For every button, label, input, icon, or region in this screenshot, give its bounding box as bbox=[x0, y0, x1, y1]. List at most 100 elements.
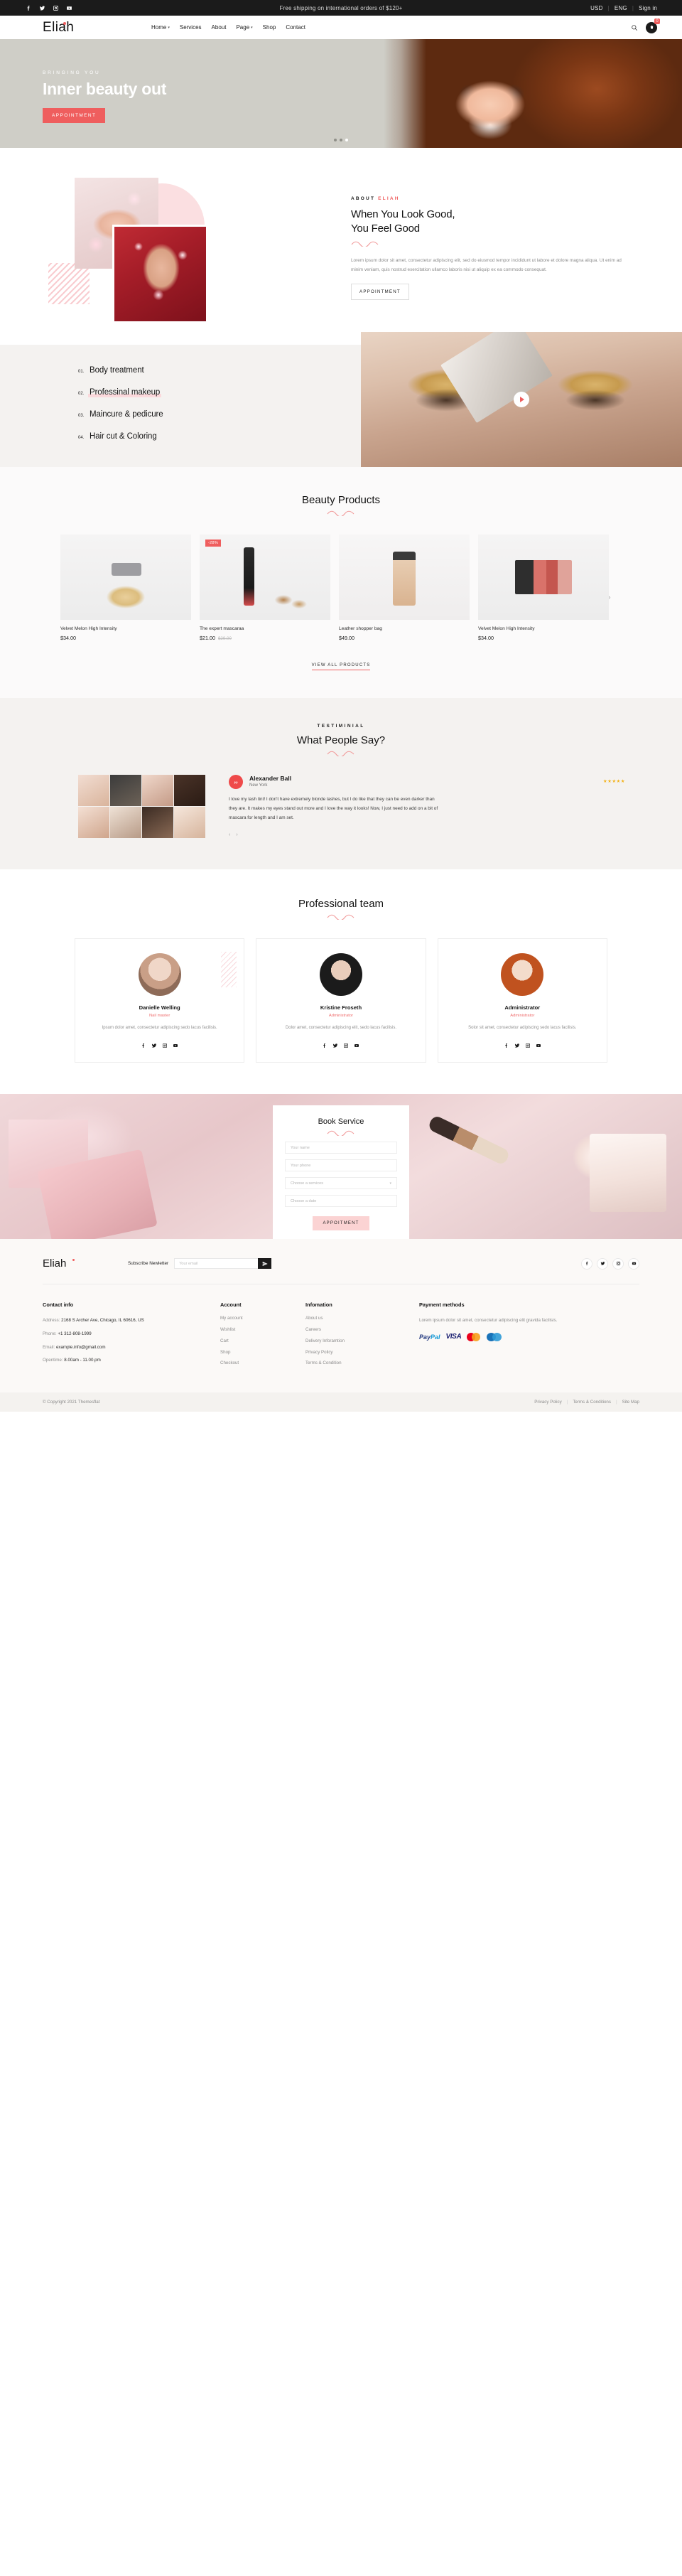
newsletter-email-input[interactable]: Your email bbox=[174, 1258, 259, 1270]
nav-item-services[interactable]: Services bbox=[180, 24, 202, 31]
avatar[interactable] bbox=[110, 807, 141, 838]
footer-link-wishlist[interactable]: Wishlist bbox=[220, 1327, 305, 1333]
team-member-card[interactable]: Danielle Welling Nail master Ipsum dolor… bbox=[75, 938, 245, 1063]
team-member-role: Nail master bbox=[149, 1014, 170, 1018]
squiggle-divider-icon bbox=[0, 751, 682, 756]
footer-link-delivery-information[interactable]: Delivery Inforamtion bbox=[305, 1338, 419, 1344]
youtube-icon[interactable] bbox=[628, 1257, 639, 1270]
twitter-icon[interactable] bbox=[332, 1039, 338, 1052]
newsletter-submit-button[interactable] bbox=[258, 1258, 272, 1270]
bottom-link-privacy-policy[interactable]: Privacy Policy bbox=[534, 1400, 562, 1405]
footer-logo[interactable]: Eliah bbox=[43, 1257, 128, 1270]
slider-dot-1[interactable] bbox=[334, 139, 337, 141]
services-video-thumbnail bbox=[361, 332, 682, 467]
nav-item-page[interactable]: Page ▾ bbox=[236, 24, 252, 31]
youtube-icon[interactable] bbox=[536, 1039, 541, 1052]
cart-button[interactable]: 0 bbox=[646, 18, 660, 33]
facebook-icon[interactable] bbox=[322, 1039, 328, 1052]
slider-dot-3[interactable] bbox=[345, 139, 348, 141]
view-all-products-link[interactable]: VIEW ALL PRODUCTS bbox=[311, 663, 371, 670]
bottom-link-terms-conditions[interactable]: Terms & Conditions bbox=[573, 1400, 611, 1405]
facebook-icon[interactable] bbox=[141, 1039, 146, 1052]
team-member-card[interactable]: Administrator Administrator Solor sit am… bbox=[437, 938, 607, 1063]
twitter-icon[interactable] bbox=[597, 1257, 608, 1270]
slider-dot-2[interactable] bbox=[340, 139, 342, 141]
product-card[interactable]: -28% The expert mascaraa $21.00 $29.00 bbox=[200, 535, 330, 641]
site-logo[interactable]: Eliah bbox=[25, 20, 131, 36]
twitter-icon[interactable] bbox=[151, 1039, 157, 1052]
instagram-icon[interactable] bbox=[52, 4, 59, 11]
avatar[interactable] bbox=[110, 775, 141, 806]
hero-appointment-button[interactable]: APPOINTMENT bbox=[43, 108, 106, 124]
hero-slider-dots[interactable] bbox=[334, 139, 348, 141]
footer-link-about-us[interactable]: About us bbox=[305, 1316, 419, 1321]
avatar bbox=[501, 953, 544, 996]
about-appointment-button[interactable]: APPOINTMENT bbox=[351, 283, 409, 300]
footer-link-cart[interactable]: Cart bbox=[220, 1338, 305, 1344]
facebook-icon[interactable] bbox=[25, 4, 32, 11]
book-service-title: Book Service bbox=[318, 1117, 364, 1127]
youtube-icon[interactable] bbox=[354, 1039, 359, 1052]
nav-item-about[interactable]: About bbox=[212, 24, 227, 31]
avatar[interactable] bbox=[142, 775, 173, 806]
bottom-link-site-map[interactable]: Site Map bbox=[622, 1400, 639, 1405]
testimonial-prev-arrow[interactable]: ‹ bbox=[229, 832, 230, 837]
avatar[interactable] bbox=[78, 807, 109, 838]
twitter-icon[interactable] bbox=[38, 4, 45, 11]
divider: | bbox=[615, 1400, 617, 1405]
avatar[interactable] bbox=[174, 775, 205, 806]
youtube-icon[interactable] bbox=[173, 1039, 178, 1052]
footer-link-privacy-policy[interactable]: Privacy Policy bbox=[305, 1350, 419, 1356]
avatar[interactable] bbox=[78, 775, 109, 806]
footer-link-careers[interactable]: Careers bbox=[305, 1327, 419, 1333]
phone-input[interactable]: Your phone bbox=[285, 1159, 397, 1172]
footer-link-my-account[interactable]: My account bbox=[220, 1316, 305, 1321]
instagram-icon[interactable] bbox=[343, 1039, 349, 1052]
footer-link-shop[interactable]: Shop bbox=[220, 1350, 305, 1356]
avatar[interactable] bbox=[174, 807, 205, 838]
divider: | bbox=[566, 1400, 568, 1405]
product-card[interactable]: Velvet Melon High Intensity $34.00 bbox=[478, 535, 609, 641]
date-input[interactable]: Choose a date bbox=[285, 1195, 397, 1208]
team-member-card[interactable]: Kristine Froseth Administrator Dolor ame… bbox=[256, 938, 426, 1063]
email-value[interactable]: example.info@gmail.com bbox=[56, 1345, 106, 1350]
date-input-placeholder: Choose a date bbox=[291, 1198, 317, 1203]
phone-value[interactable]: +1 312-808-1999 bbox=[58, 1331, 91, 1336]
service-select[interactable]: Choose a services ▾ bbox=[285, 1177, 397, 1190]
nav-item-contact[interactable]: Contact bbox=[286, 24, 305, 31]
youtube-icon[interactable] bbox=[65, 4, 72, 11]
sign-in-link[interactable]: Sign in bbox=[639, 5, 657, 11]
book-service-form: Book Service Your name Your phone Choose… bbox=[273, 1105, 409, 1240]
nav-item-shop[interactable]: Shop bbox=[263, 24, 276, 31]
footer-link-checkout[interactable]: Checkout bbox=[220, 1361, 305, 1366]
instagram-icon[interactable] bbox=[525, 1039, 531, 1052]
testimonial-next-arrow[interactable]: › bbox=[236, 832, 237, 837]
booking-appointment-button[interactable]: APPOITMENT bbox=[313, 1216, 369, 1231]
currency-selector[interactable]: USD bbox=[590, 5, 603, 11]
facebook-icon[interactable] bbox=[504, 1039, 509, 1052]
service-name: Hair cut & Coloring bbox=[90, 432, 157, 441]
phone-input-placeholder: Your phone bbox=[291, 1163, 311, 1168]
name-input[interactable]: Your name bbox=[285, 1142, 397, 1154]
footer-social-links bbox=[581, 1257, 639, 1270]
product-card[interactable]: Velvet Melon High Intensity $34.00 bbox=[60, 535, 191, 641]
search-icon[interactable] bbox=[630, 23, 638, 31]
footer-address: Address: 2168 S Archer Ave, Chicago, IL … bbox=[43, 1316, 220, 1325]
service-name: Professinal makeup bbox=[87, 388, 162, 397]
opentime-value: 8.00am - 11.00.pm bbox=[64, 1358, 101, 1363]
twitter-icon[interactable] bbox=[514, 1039, 520, 1052]
facebook-icon[interactable] bbox=[581, 1257, 592, 1270]
play-button[interactable] bbox=[514, 392, 529, 407]
team-member-role: Administrator bbox=[510, 1014, 535, 1018]
rating-stars: ★★★★★ bbox=[602, 779, 625, 784]
team-member-description: Ipsum dolor amet, consectetur adipiscing… bbox=[102, 1026, 217, 1030]
footer-bottom-bar: © Copyright 2021 Themesflat Privacy Poli… bbox=[0, 1392, 682, 1412]
avatar[interactable] bbox=[142, 807, 173, 838]
nav-item-home[interactable]: Home ▾ bbox=[151, 24, 170, 31]
instagram-icon[interactable] bbox=[162, 1039, 168, 1052]
instagram-icon[interactable] bbox=[612, 1257, 624, 1270]
footer-link-terms-condition[interactable]: Terms & Condition bbox=[305, 1361, 419, 1366]
product-card[interactable]: Leather shopper bag $49.00 bbox=[339, 535, 470, 641]
language-selector[interactable]: ENG bbox=[615, 5, 627, 11]
view-all-products: VIEW ALL PRODUCTS bbox=[0, 657, 682, 670]
